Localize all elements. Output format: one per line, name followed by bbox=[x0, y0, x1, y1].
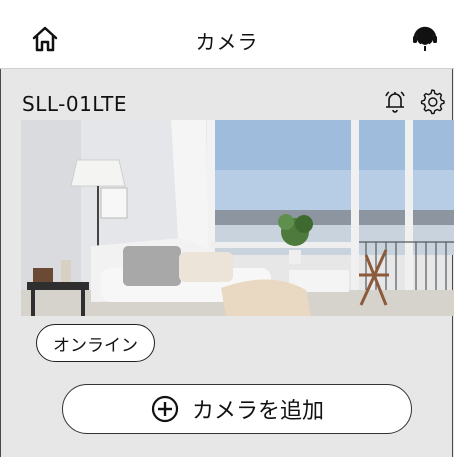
camera-preview[interactable] bbox=[21, 120, 454, 316]
status-badge: オンライン bbox=[36, 324, 155, 362]
headset-support-icon[interactable] bbox=[410, 23, 440, 53]
alarm-bell-icon[interactable] bbox=[380, 86, 410, 116]
add-camera-label: カメラを追加 bbox=[191, 399, 324, 424]
page-title: カメラ bbox=[195, 30, 259, 54]
top-bar: カメラ bbox=[0, 0, 454, 69]
plus-circle-icon bbox=[150, 394, 180, 424]
device-name: SLL-01LTE bbox=[22, 92, 128, 116]
gear-icon[interactable] bbox=[418, 87, 446, 115]
add-camera-button[interactable]: カメラを追加 bbox=[62, 384, 412, 434]
